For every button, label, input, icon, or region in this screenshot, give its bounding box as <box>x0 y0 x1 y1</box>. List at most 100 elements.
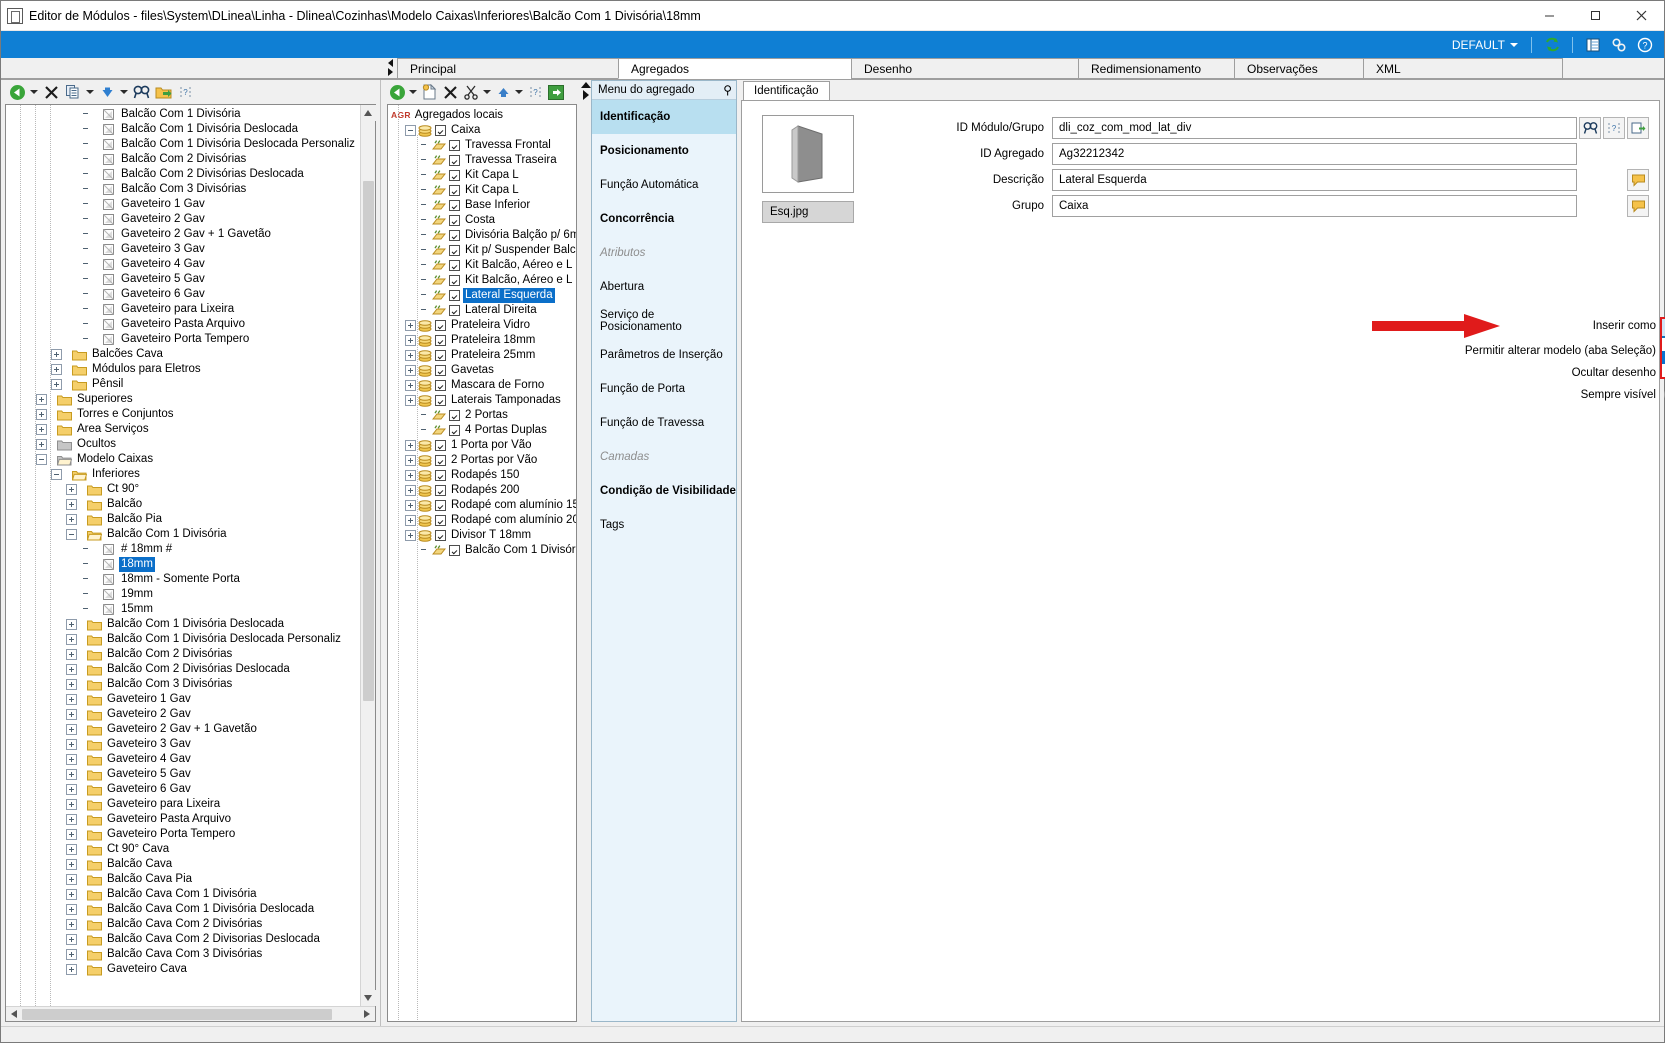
tree-item[interactable]: 15mm <box>6 602 360 617</box>
tree-item[interactable]: Balcão Cava Com 1 Divisória Deslocada <box>6 902 360 917</box>
expand-icon[interactable] <box>405 395 416 406</box>
aggregate-item[interactable]: Balcão Com 1 Divisória <box>391 543 576 558</box>
expand-icon[interactable] <box>36 439 47 450</box>
tab-agregados[interactable]: Agregados <box>618 58 852 79</box>
scroll-left-icon[interactable] <box>6 1007 22 1022</box>
tab-observacoes[interactable]: Observações <box>1234 58 1364 79</box>
help-icon[interactable]: ? <box>1634 34 1656 56</box>
aggregate-checkbox[interactable] <box>435 530 446 541</box>
aggregate-checkbox[interactable] <box>435 380 446 391</box>
tab-xml[interactable]: XML <box>1363 58 1563 79</box>
expand-icon[interactable] <box>66 859 77 870</box>
expand-icon[interactable] <box>405 530 416 541</box>
aggregate-item[interactable]: Costa <box>391 213 576 228</box>
wand-icon[interactable]: ? <box>1603 117 1625 139</box>
tree-item[interactable]: Gaveteiro 1 Gav <box>6 197 360 212</box>
menu-item-abertura[interactable]: Abertura <box>592 270 736 304</box>
expand-icon[interactable] <box>66 694 77 705</box>
expand-icon[interactable] <box>66 769 77 780</box>
expand-icon[interactable] <box>66 484 77 495</box>
tree-item[interactable]: Superiores <box>6 392 360 407</box>
move-down-icon[interactable] <box>97 82 117 102</box>
tree-item[interactable]: Ocultos <box>6 437 360 452</box>
tree-item[interactable]: Gaveteiro 3 Gav <box>6 737 360 752</box>
inserir-como-dropdown[interactable]: Constante ConstantePadrãoOpcional <box>1660 317 1665 379</box>
tree-item[interactable]: Gaveteiro 2 Gav + 1 Gavetão <box>6 722 360 737</box>
tree-item[interactable]: 19mm <box>6 587 360 602</box>
tree-item[interactable]: 18mm <box>6 557 360 572</box>
collapse-icon[interactable] <box>66 529 77 540</box>
tree-item[interactable]: Balcão Com 1 Divisória <box>6 527 360 542</box>
tree-item[interactable]: Balcão Cava Com 2 Divisorias Deslocada <box>6 932 360 947</box>
input-grupo[interactable]: Caixa <box>1052 195 1577 217</box>
scroll-thumb[interactable] <box>362 181 374 701</box>
tree-item[interactable]: Gaveteiro para Lixeira <box>6 797 360 812</box>
menu-item-fun-o-autom-tica[interactable]: Função Automática <box>592 168 736 202</box>
back-icon[interactable] <box>7 82 27 102</box>
aggregate-item[interactable]: Rodapé com alumínio 150 <box>391 498 576 513</box>
aggregate-checkbox[interactable] <box>435 365 446 376</box>
tree-item[interactable]: Torres e Conjuntos <box>6 407 360 422</box>
tree-item[interactable]: Balcão Com 1 Divisória Deslocada <box>6 617 360 632</box>
input-descricao[interactable]: Lateral Esquerda <box>1052 169 1577 191</box>
tree-item[interactable]: Balcão Com 1 Divisória Deslocada Persona… <box>6 137 360 152</box>
tree-item[interactable]: Balcão Com 2 Divisórias <box>6 152 360 167</box>
aggregate-checkbox[interactable] <box>449 275 460 286</box>
aggregate-item[interactable]: Travessa Traseira <box>391 153 576 168</box>
expand-icon[interactable] <box>66 709 77 720</box>
tree-item[interactable]: Gaveteiro 2 Gav + 1 Gavetão <box>6 227 360 242</box>
aggregate-item[interactable]: Prateleira 18mm <box>391 333 576 348</box>
link-icon[interactable]: ? <box>525 82 545 102</box>
menu-item-par-metros-de-inser-o[interactable]: Parâmetros de Inserção <box>592 338 736 372</box>
tree-item[interactable]: Ct 90° Cava <box>6 842 360 857</box>
expand-icon[interactable] <box>405 485 416 496</box>
aggregate-item[interactable]: Rodapés 200 <box>391 483 576 498</box>
expand-icon[interactable] <box>405 470 416 481</box>
aggregate-item[interactable]: Prateleira 25mm <box>391 348 576 363</box>
tree-vertical-scrollbar[interactable] <box>360 105 376 1006</box>
expand-icon[interactable] <box>66 634 77 645</box>
tree-item[interactable]: Gaveteiro Pasta Arquivo <box>6 317 360 332</box>
tree-item[interactable]: Gaveteiro Cava <box>6 962 360 977</box>
aggregate-item[interactable]: Kit Capa L <box>391 183 576 198</box>
subtab-identificacao[interactable]: Identificação <box>743 81 830 100</box>
aggregate-checkbox[interactable] <box>435 125 446 136</box>
aggregate-item[interactable]: 2 Portas <box>391 408 576 423</box>
expand-icon[interactable] <box>66 499 77 510</box>
pin-icon[interactable]: ⚲ <box>723 83 732 97</box>
aggregate-item[interactable]: Lateral Direita <box>391 303 576 318</box>
expand-icon[interactable] <box>66 739 77 750</box>
refresh-icon[interactable] <box>1541 34 1563 56</box>
find-icon[interactable] <box>1579 117 1601 139</box>
expand-icon[interactable] <box>66 844 77 855</box>
tree-item[interactable]: Gaveteiro 2 Gav <box>6 707 360 722</box>
aggregate-checkbox[interactable] <box>449 185 460 196</box>
expand-icon[interactable] <box>66 514 77 525</box>
aggregate-item[interactable]: 2 Portas por Vão <box>391 453 576 468</box>
aggregate-checkbox[interactable] <box>435 500 446 511</box>
expand-icon[interactable] <box>66 919 77 930</box>
expand-icon[interactable] <box>405 455 416 466</box>
expand-icon[interactable] <box>405 320 416 331</box>
tree-item[interactable]: Pênsil <box>6 377 360 392</box>
tree-item[interactable]: Balcão Cava Pia <box>6 872 360 887</box>
expand-icon[interactable] <box>51 349 62 360</box>
menu-item-identifica-o[interactable]: Identificação <box>592 100 736 134</box>
aggregate-checkbox[interactable] <box>449 245 460 256</box>
aggregate-checkbox[interactable] <box>449 290 460 301</box>
expand-icon[interactable] <box>51 364 62 375</box>
tree-item[interactable]: Balcão Com 1 Divisória Deslocada Persona… <box>6 632 360 647</box>
input-id-agregado[interactable]: Ag32212342 <box>1052 143 1577 165</box>
aggregate-checkbox[interactable] <box>449 425 460 436</box>
aggregate-checkbox[interactable] <box>449 200 460 211</box>
find-icon[interactable] <box>131 82 151 102</box>
aggregate-checkbox[interactable] <box>435 485 446 496</box>
expand-icon[interactable] <box>66 949 77 960</box>
expand-icon[interactable] <box>36 394 47 405</box>
back-icon[interactable] <box>387 82 407 102</box>
expand-icon[interactable] <box>66 934 77 945</box>
back-dropdown-icon[interactable] <box>29 82 39 102</box>
tree-item[interactable]: Gaveteiro 5 Gav <box>6 272 360 287</box>
apply-icon[interactable] <box>546 82 566 102</box>
link-icon[interactable]: ? <box>175 82 195 102</box>
